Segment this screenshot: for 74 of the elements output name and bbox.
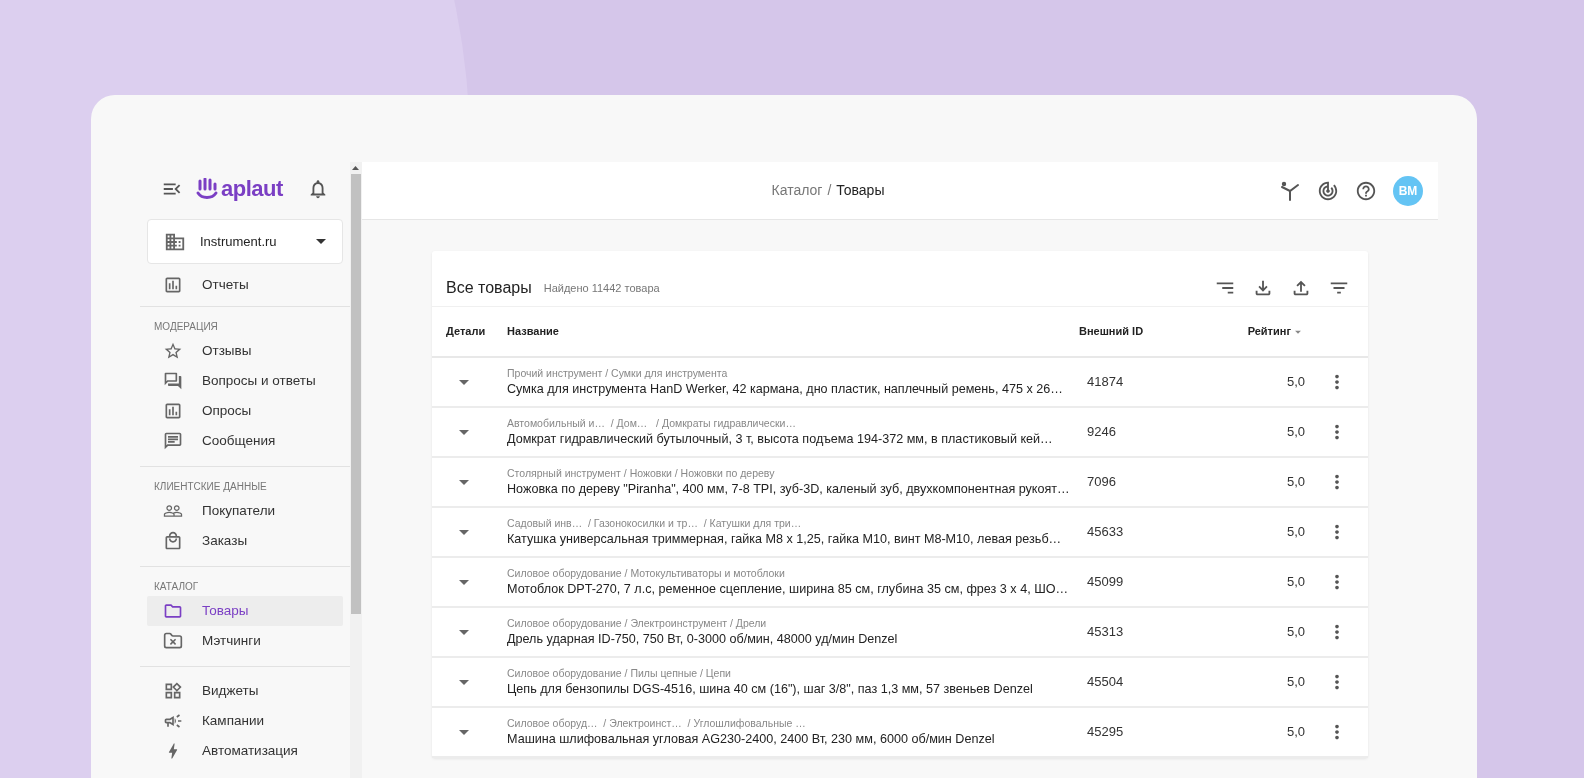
target-icon[interactable]	[1317, 179, 1339, 202]
result-count: Найдено 11442 товара	[543, 281, 660, 297]
nav-item[interactable]: Сообщения	[147, 426, 343, 456]
scrollbar[interactable]	[349, 162, 362, 778]
column-header[interactable]: Детали	[446, 323, 486, 340]
chart-icon	[163, 275, 183, 295]
nav-item[interactable]: Заказы	[147, 526, 343, 556]
table-cell-text: 45633	[1086, 524, 1124, 540]
product-name: Дрель ударная ID-750, 750 Вт, 0-3000 об/мин, 48000 уд/мин Denzel	[507, 630, 899, 648]
nav-item[interactable]: Опросы	[147, 396, 343, 426]
chat-bubbles-icon	[163, 371, 183, 391]
rating-value: 5,0	[1286, 573, 1305, 592]
figure-icon[interactable]	[1279, 179, 1301, 202]
category-path: Силовое оборуд… / Электроинст… / Углошлифовальные …	[507, 715, 807, 730]
table-cell-text: 45099	[1086, 574, 1124, 590]
folder-icon	[163, 631, 183, 651]
rating-value: 5,0	[1286, 523, 1305, 542]
nav-item[interactable]: Товары	[147, 596, 343, 626]
section-heading: КАТАЛОГ	[153, 579, 200, 594]
caret-icon	[315, 239, 326, 244]
table-cell-text: 45504	[1086, 674, 1124, 690]
rating-value: 5,0	[1286, 373, 1305, 392]
help-icon[interactable]	[1355, 179, 1377, 202]
category-path: Садовый инв… / Газонокосилки и тр… / Катушки для три…	[507, 515, 803, 530]
product-name: Ножовка по дереву "Piranha", 400 мм, 7-8 TPI, зуб-3D, каленый зуб, двухкомпонентная рукоят…	[507, 480, 1071, 498]
category-path: Прочий инструмент / Сумки для инструмента	[507, 365, 729, 380]
rating-value: 5,0	[1286, 473, 1305, 492]
company-select[interactable]: Instrument.ru	[147, 219, 343, 264]
table-cell-text: 41874	[1086, 374, 1124, 390]
folder-icon	[163, 601, 183, 621]
bag-icon	[163, 531, 183, 551]
product-name: Домкрат гидравлический бутылочный, 3 т, высота подъема 194-372 мм, в пластиковый кей…	[507, 430, 1054, 448]
column-header[interactable]: Рейтинг	[1247, 323, 1305, 340]
product-name: Машина шлифовальная угловая AG230-2400, 2400 Вт, 230 мм, 6000 об/мин Denzel	[507, 730, 996, 748]
nav-item[interactable]: Кампании	[147, 706, 343, 736]
table-cell-text: 7096	[1086, 474, 1116, 490]
category-path: Силовое оборудование / Пилы цепные / Цепи	[507, 665, 732, 680]
logo-icon	[195, 178, 219, 200]
category-path: Столярный инструмент / Ножовки / Ножовки по дереву	[507, 465, 776, 480]
section-heading: КЛИЕНТСКИЕ ДАННЫЕ	[153, 479, 268, 494]
table-cell-text: 45295	[1086, 724, 1124, 740]
column-header[interactable]: Название	[507, 323, 559, 340]
widgets-icon	[163, 681, 183, 701]
table-cell-text: 9246	[1086, 424, 1116, 440]
category-path: Силовое оборудование / Мотокультиваторы и мотоблоки	[507, 565, 786, 580]
nav-item[interactable]: Мэтчинги	[147, 626, 343, 656]
chart-icon	[163, 401, 183, 421]
product-name: Катушка универсальная триммерная, гайка М8 x 1,25, гайка М10, винт М8-М10, левая резьб…	[507, 530, 1063, 548]
table-cell-text: 45313	[1086, 624, 1124, 640]
scroll-up-icon[interactable]	[352, 166, 360, 170]
product-name: Цепь для бензопилы DGS-4516, шина 40 см (16"), шаг 3/8", паз 1,3 мм, 57 звеньев Denzel	[507, 680, 1034, 698]
nav-item[interactable]: Вопросы и ответы	[147, 366, 343, 396]
star-icon	[163, 341, 183, 361]
category-path: Автомобильный и… / Дом… / Домкраты гидравлически…	[507, 415, 797, 430]
breadcrumb-item: Товары	[836, 181, 885, 200]
nav-item[interactable]: Автоматизация	[147, 736, 343, 766]
rating-value: 5,0	[1286, 723, 1305, 742]
message-icon	[163, 431, 183, 451]
nav-item[interactable]: Отчеты	[147, 270, 343, 300]
product-name: Сумка для инструмента HanD Werker, 42 кармана, дно пластик, наплечный ремень, 475 x 26…	[507, 380, 1064, 398]
table-title: Все товары	[446, 277, 532, 298]
nav-item[interactable]: Виджеты	[147, 676, 343, 706]
section-heading: МОДЕРАЦИЯ	[153, 319, 219, 334]
category-path: Силовое оборудование / Электроинструмент / Дрели	[507, 615, 768, 630]
nav-item[interactable]: Покупатели	[147, 496, 343, 526]
column-header[interactable]: Внешний ID	[1079, 323, 1144, 340]
nav-item[interactable]: Отзывы	[147, 336, 343, 366]
rating-value: 5,0	[1286, 623, 1305, 642]
breadcrumb-separator: /	[827, 181, 832, 200]
breadcrumb-item[interactable]: Каталог	[771, 180, 823, 201]
rating-value: 5,0	[1286, 673, 1305, 692]
logo-text: aplaut	[221, 178, 283, 200]
rating-value: 5,0	[1286, 423, 1305, 442]
product-name: Мотоблок DPT-270, 7 л.с, ременное сцепление, ширина 85 см, глубина 35 см, фрез 3 x 4, ШО…	[507, 580, 1070, 598]
